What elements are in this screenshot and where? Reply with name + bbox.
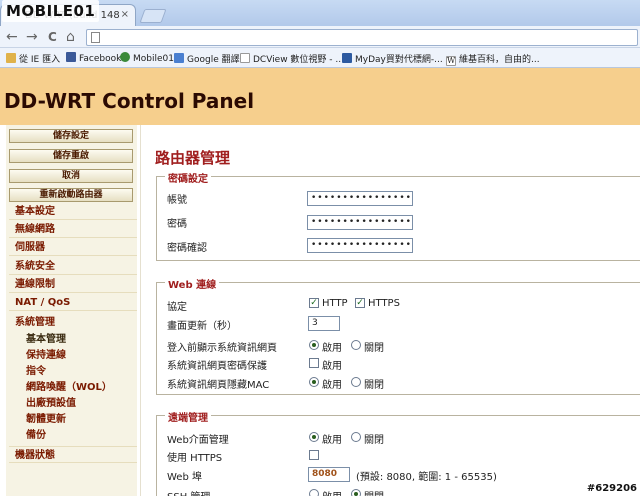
ssh-enable-radio[interactable] [309, 489, 319, 496]
sidebar-item-access-restrictions[interactable]: 連線限制 [9, 276, 137, 293]
password-fieldset: 密碼設定 帳號 •••••••••••••••• 密碼 ••••••••••••… [156, 170, 640, 261]
new-tab-button[interactable] [139, 9, 167, 23]
tab-close-icon[interactable]: × [121, 9, 129, 20]
password-confirm-field[interactable]: •••••••••••••••• [307, 238, 413, 253]
sidebar-subitem-firmware-upgrade[interactable]: 韌體更新 [26, 412, 66, 428]
page-title: DD-WRT Control Panel [4, 89, 255, 113]
back-icon[interactable]: ← [6, 29, 18, 45]
ssh-enable-label: 啟用 [322, 488, 342, 496]
ssh-label: SSH 管理 [167, 488, 210, 496]
http-checkbox[interactable]: ✓ [309, 298, 319, 308]
hide-mac-disable-radio[interactable] [351, 377, 361, 387]
sidebar-item-security[interactable]: 系統安全 [9, 258, 137, 275]
username-label: 帳號 [167, 195, 187, 206]
password-legend: 密碼設定 [165, 170, 211, 185]
sidebar-item-administration[interactable]: 系統管理 [9, 314, 137, 331]
sidebar-item-nat-qos[interactable]: NAT / QoS [9, 294, 137, 311]
bookmark-wikipedia[interactable]: W 維基百科，自由的... [446, 52, 540, 66]
sidebar: 儲存設定 儲存重啟 取消 重新啟動路由器 基本設定 無線網路 伺服器 系統安全 … [6, 125, 137, 496]
web-gui-disable-label: 關閉 [364, 435, 384, 446]
https-option-label: HTTPS [368, 298, 400, 309]
hide-mac-enable-label: 啟用 [322, 380, 342, 391]
bookmark-import-ie[interactable]: 從 IE 匯入 [6, 52, 60, 65]
facebook-icon [66, 52, 76, 62]
main-content: 路由器管理 密碼設定 帳號 •••••••••••••••• 密碼 ••••••… [140, 125, 640, 496]
info-password-checkbox[interactable] [309, 358, 319, 368]
web-access-legend: Web 連線 [165, 276, 220, 291]
section-title: 路由器管理 [155, 149, 231, 167]
refresh-input[interactable]: 3 [308, 316, 340, 331]
folder-icon [6, 53, 16, 63]
photo-id: #629206 [586, 483, 637, 494]
address-bar[interactable] [86, 29, 638, 46]
sidebar-subitem-keep-alive[interactable]: 保持連線 [26, 348, 66, 364]
ssh-disable-label: 關閉 [364, 488, 384, 496]
info-password-enable-label: 啟用 [322, 361, 342, 372]
ssh-disable-radio[interactable] [351, 489, 361, 496]
browser-tab-strip: DD-WRT (build 148 × MOBILE01 [0, 0, 640, 26]
protocol-label: 協定 [167, 302, 187, 313]
web-port-input[interactable]: 8080 [308, 467, 350, 482]
cancel-button[interactable]: 取消 [9, 169, 133, 183]
remote-access-legend: 遠端管理 [165, 409, 211, 424]
wikipedia-icon: W [446, 56, 456, 66]
page-header: DD-WRT Control Panel [0, 68, 640, 125]
bookmark-mobile01[interactable]: Mobile01 [120, 52, 174, 64]
sidebar-subitem-management[interactable]: 基本管理 [26, 332, 66, 348]
save-settings-button[interactable]: 儲存設定 [9, 129, 133, 143]
use-https-checkbox[interactable] [309, 450, 319, 460]
web-port-label: Web 埠 [167, 472, 202, 483]
page-icon [91, 32, 100, 43]
sidebar-item-status[interactable]: 機器狀態 [9, 446, 137, 463]
myday-icon [342, 53, 352, 63]
save-reboot-button[interactable]: 儲存重啟 [9, 149, 133, 163]
login-info-disable-radio[interactable] [351, 340, 361, 350]
bookmarks-bar: 從 IE 匯入 Facebook Mobile01 Google 翻譯 DCVi… [0, 48, 640, 68]
hide-mac-enable-radio[interactable] [309, 377, 319, 387]
sidebar-item-setup[interactable]: 基本設定 [9, 203, 137, 220]
sidebar-subitem-factory-defaults[interactable]: 出廠預設值 [26, 396, 76, 412]
sidebar-subitem-backup[interactable]: 備份 [26, 428, 46, 444]
hide-mac-disable-label: 關閉 [364, 380, 384, 391]
login-info-label: 登入前顯示系統資訊網頁 [167, 343, 277, 354]
bookmark-google-translate[interactable]: Google 翻譯 [174, 52, 240, 65]
web-gui-enable-label: 啟用 [322, 435, 342, 446]
web-gui-label: Web介面管理 [167, 435, 229, 446]
password-confirm-label: 密碼確認 [167, 243, 207, 254]
bookmark-dcview[interactable]: DCView 數位視野 - ... [240, 52, 344, 65]
watermark-logo: MOBILE01 [2, 0, 100, 22]
browser-toolbar: ← → C ⌂ [0, 26, 640, 48]
sidebar-subitem-commands[interactable]: 指令 [26, 364, 46, 380]
web-gui-disable-radio[interactable] [351, 432, 361, 442]
bookmark-myday[interactable]: MyDay買對代標網-... [342, 52, 443, 65]
use-https-label: 使用 HTTPS [167, 453, 223, 464]
forward-icon[interactable]: → [26, 29, 38, 45]
sidebar-subitem-wol[interactable]: 網路喚醒（WOL） [26, 380, 112, 396]
password-field[interactable]: •••••••••••••••• [307, 215, 413, 230]
web-port-hint: (預設: 8080, 範圍: 1 - 65535) [356, 472, 497, 483]
hide-mac-label: 系統資訊網頁隱藏MAC [167, 380, 270, 391]
refresh-label: 畫面更新（秒） [167, 321, 237, 332]
http-option-label: HTTP [322, 298, 348, 309]
remote-access-fieldset: 遠端管理 Web介面管理 啟用 關閉 使用 HTTPS Web 埠 8080 (… [156, 409, 640, 496]
https-checkbox[interactable]: ✓ [355, 298, 365, 308]
mobile01-icon [120, 52, 130, 62]
reload-icon[interactable]: C [48, 29, 57, 45]
page-icon [240, 53, 250, 63]
sidebar-item-services[interactable]: 伺服器 [9, 239, 137, 256]
info-password-label: 系統資訊網頁密碼保護 [167, 361, 267, 372]
login-info-enable-radio[interactable] [309, 340, 319, 350]
web-gui-enable-radio[interactable] [309, 432, 319, 442]
reboot-router-button[interactable]: 重新啟動路由器 [9, 188, 133, 202]
login-info-enable-label: 啟用 [322, 343, 342, 354]
web-access-fieldset: Web 連線 協定 ✓ HTTP ✓ HTTPS 畫面更新（秒） 3 登入前顯示… [156, 276, 640, 395]
username-field[interactable]: •••••••••••••••• [307, 191, 413, 206]
sidebar-item-wireless[interactable]: 無線網路 [9, 221, 137, 238]
home-icon[interactable]: ⌂ [66, 29, 75, 45]
bookmark-facebook[interactable]: Facebook [66, 52, 121, 64]
google-translate-icon [174, 53, 184, 63]
login-info-disable-label: 關閉 [364, 343, 384, 354]
password-label: 密碼 [167, 219, 187, 230]
